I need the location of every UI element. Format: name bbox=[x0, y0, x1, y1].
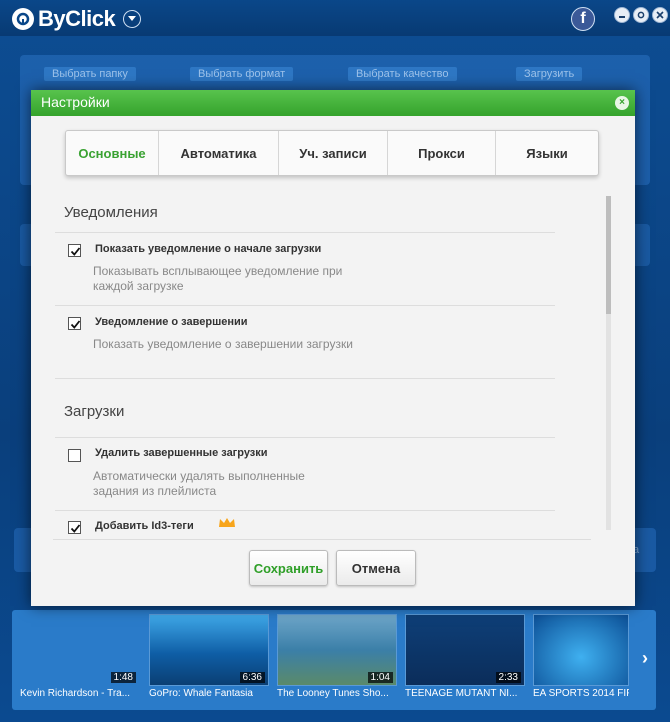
video-thumbnail[interactable]: 2:33 bbox=[405, 614, 525, 686]
video-thumbnail[interactable]: 1:48 bbox=[20, 614, 140, 686]
divider bbox=[55, 437, 555, 438]
divider bbox=[55, 378, 555, 379]
video-title[interactable]: The Looney Tunes Sho... bbox=[277, 688, 399, 699]
checkbox-finish-notification[interactable] bbox=[68, 317, 81, 330]
window-controls bbox=[614, 7, 668, 23]
section-title-downloads: Загрузки bbox=[64, 403, 125, 420]
chevron-right-icon: › bbox=[642, 648, 648, 668]
video-duration: 6:36 bbox=[239, 672, 265, 683]
option-label[interactable]: Добавить Id3-теги bbox=[95, 520, 194, 532]
byclick-logo-icon bbox=[12, 8, 34, 30]
section-title-notifications: Уведомления bbox=[64, 204, 158, 221]
app-menu-button[interactable] bbox=[123, 10, 142, 28]
settings-dialog: Настройки × Основные Автоматика Уч. запи… bbox=[31, 90, 635, 606]
app-name: ByClick bbox=[38, 6, 116, 31]
checkmark-icon bbox=[70, 320, 81, 329]
facebook-icon: f bbox=[580, 10, 586, 27]
option-description: Показывать всплывающее уведомление при к… bbox=[93, 264, 343, 293]
video-title[interactable]: TEENAGE MUTANT NI... bbox=[405, 688, 527, 699]
cancel-button[interactable]: Отмена bbox=[336, 550, 416, 586]
maximize-icon bbox=[637, 11, 645, 19]
bg-step-quality: Выбрать качество bbox=[348, 67, 457, 81]
close-icon: × bbox=[619, 97, 625, 108]
bg-step-download: Загрузить bbox=[516, 67, 583, 81]
minimize-button[interactable] bbox=[614, 7, 630, 23]
chevron-down-icon bbox=[128, 16, 137, 21]
video-title[interactable]: Kevin Richardson - Tra... bbox=[20, 688, 142, 699]
close-icon bbox=[656, 11, 664, 19]
checkbox-start-notification[interactable] bbox=[68, 244, 81, 257]
divider bbox=[55, 305, 555, 306]
dialog-close-button[interactable]: × bbox=[615, 96, 629, 110]
video-thumbnail[interactable]: 1:04 bbox=[277, 614, 397, 686]
scrollbar-thumb[interactable] bbox=[606, 196, 611, 314]
tab-general[interactable]: Основные bbox=[66, 131, 159, 175]
divider bbox=[55, 510, 555, 511]
tab-proxy[interactable]: Прокси bbox=[388, 131, 496, 175]
app-logo: ByClick bbox=[12, 6, 142, 32]
next-videos-button[interactable]: › bbox=[642, 648, 648, 669]
checkbox-remove-completed[interactable] bbox=[68, 449, 81, 462]
bg-step-format: Выбрать формат bbox=[190, 67, 294, 81]
facebook-button[interactable]: f bbox=[571, 7, 595, 31]
maximize-button[interactable] bbox=[633, 7, 649, 23]
tab-languages[interactable]: Языки bbox=[496, 131, 598, 175]
minimize-icon bbox=[619, 16, 625, 18]
footer-divider bbox=[53, 539, 591, 540]
option-label[interactable]: Показать уведомление о начале загрузки bbox=[95, 243, 321, 255]
video-duration: 2:33 bbox=[495, 672, 521, 683]
option-label[interactable]: Уведомление о завершении bbox=[95, 316, 248, 328]
video-duration: 1:04 bbox=[367, 672, 393, 683]
video-title[interactable]: GoPro: Whale Fantasia bbox=[149, 688, 271, 699]
checkmark-icon bbox=[70, 247, 81, 256]
title-bar: ByClick f bbox=[0, 0, 670, 36]
settings-tabs: Основные Автоматика Уч. записи Прокси Яз… bbox=[65, 130, 599, 176]
checkbox-id3-tags[interactable] bbox=[68, 521, 81, 534]
suggested-videos-strip: 1:48 Kevin Richardson - Tra... 6:36 GoPr… bbox=[12, 610, 656, 710]
tab-automation[interactable]: Автоматика bbox=[159, 131, 279, 175]
video-thumbnail[interactable]: 6:36 bbox=[149, 614, 269, 686]
crown-icon bbox=[219, 518, 235, 527]
option-label[interactable]: Удалить завершенные загрузки bbox=[95, 447, 268, 459]
settings-content: Уведомления Показать уведомление о начал… bbox=[53, 195, 613, 540]
divider bbox=[55, 232, 555, 233]
close-window-button[interactable] bbox=[652, 7, 668, 23]
video-title[interactable]: EA SPORTS 2014 FIF bbox=[533, 688, 629, 699]
dialog-title: Настройки bbox=[41, 94, 110, 110]
app-window: ByClick f Выбрать папку Выбрать формат В… bbox=[0, 0, 670, 722]
dialog-header: Настройки × bbox=[31, 90, 635, 116]
video-duration: 1:48 bbox=[110, 672, 136, 683]
checkmark-icon bbox=[70, 524, 81, 533]
option-description: Показать уведомление о завершении загруз… bbox=[93, 337, 353, 351]
video-thumbnail[interactable] bbox=[533, 614, 629, 686]
bg-step-folder: Выбрать папку bbox=[44, 67, 136, 81]
save-button[interactable]: Сохранить bbox=[249, 550, 328, 586]
tab-accounts[interactable]: Уч. записи bbox=[279, 131, 388, 175]
option-description: Автоматически удалять выполненные задани… bbox=[93, 469, 305, 498]
settings-scrollbar[interactable] bbox=[606, 196, 611, 530]
